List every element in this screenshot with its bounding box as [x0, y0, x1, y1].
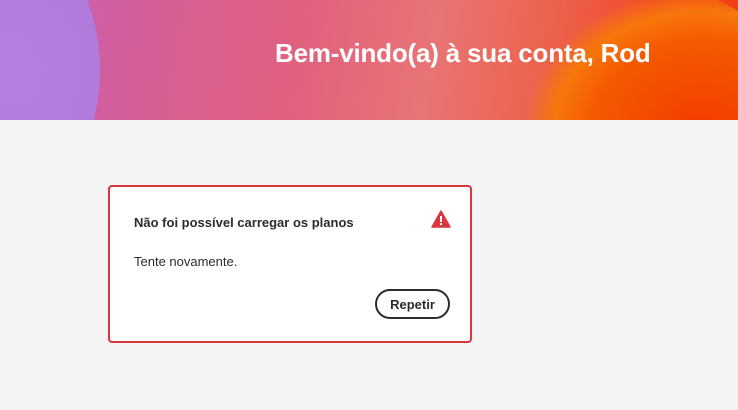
retry-button[interactable]: Repetir: [375, 289, 450, 319]
welcome-banner: Bem-vindo(a) à sua conta, Rod: [0, 0, 738, 120]
alert-triangle-icon: [431, 210, 451, 228]
banner-decoration-left: [0, 0, 100, 120]
plans-error-card: Não foi possível carregar os planos Tent…: [108, 185, 472, 343]
error-message: Tente novamente.: [134, 254, 238, 269]
error-heading: Não foi possível carregar os planos: [134, 215, 354, 230]
page-title: Bem-vindo(a) à sua conta, Rod: [275, 38, 651, 68]
